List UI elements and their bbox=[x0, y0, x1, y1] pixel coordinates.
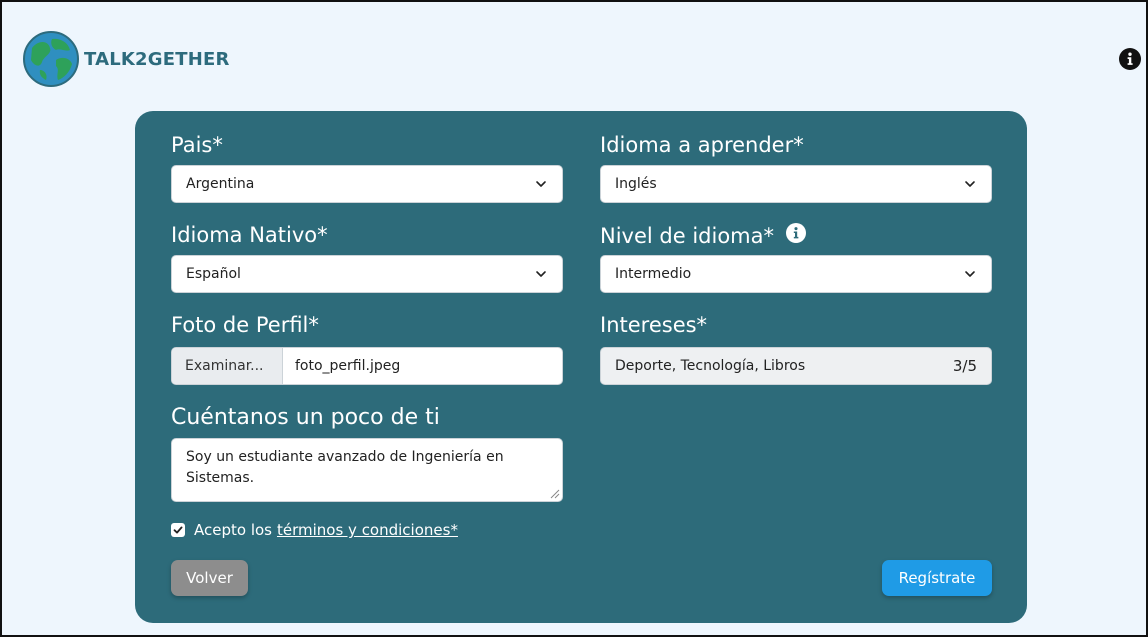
browse-button[interactable]: Examinar... bbox=[172, 348, 283, 384]
interests-value: Deporte, Tecnología, Libros bbox=[615, 358, 806, 374]
terms-row: Acepto los términos y condiciones* bbox=[171, 521, 458, 539]
language-level-label-row: Nivel de idioma* bbox=[600, 223, 806, 248]
resize-handle-icon[interactable] bbox=[550, 489, 560, 499]
checkmark-icon bbox=[173, 526, 183, 534]
country-label: Pais* bbox=[171, 133, 223, 157]
about-label: Cuéntanos un poco de ti bbox=[171, 405, 440, 430]
learn-language-label: Idioma a aprender* bbox=[600, 133, 804, 157]
profile-photo-file-input[interactable]: Examinar... foto_perfil.jpeg bbox=[171, 347, 563, 385]
interests-label: Intereses* bbox=[600, 313, 708, 337]
language-level-select[interactable]: Intermedio bbox=[600, 255, 992, 293]
language-level-label: Nivel de idioma* bbox=[600, 223, 774, 248]
help-info-icon[interactable] bbox=[1119, 48, 1141, 74]
register-button[interactable]: Regístrate bbox=[882, 560, 992, 596]
language-level-select-value: Intermedio bbox=[615, 266, 692, 282]
country-select[interactable]: Argentina bbox=[171, 165, 563, 203]
interests-field[interactable]: Deporte, Tecnología, Libros 3/5 bbox=[600, 347, 992, 385]
terms-checkbox[interactable] bbox=[171, 523, 185, 537]
back-button[interactable]: Volver bbox=[171, 560, 248, 596]
language-level-info-icon[interactable] bbox=[786, 223, 806, 248]
interests-count: 3/5 bbox=[952, 357, 977, 375]
chevron-down-icon bbox=[965, 181, 975, 187]
app-logo[interactable]: TALK2GETHER bbox=[22, 30, 230, 88]
profile-photo-label: Foto de Perfil* bbox=[171, 313, 319, 337]
app-name: TALK2GETHER bbox=[84, 48, 230, 70]
native-language-label: Idioma Nativo* bbox=[171, 223, 328, 247]
learn-language-select[interactable]: Inglés bbox=[600, 165, 992, 203]
file-name: foto_perfil.jpeg bbox=[295, 358, 401, 374]
about-text: Soy un estudiante avanzado de Ingeniería… bbox=[186, 449, 504, 486]
learn-language-select-value: Inglés bbox=[615, 176, 657, 192]
terms-link[interactable]: términos y condiciones* bbox=[277, 521, 458, 539]
info-icon bbox=[1119, 48, 1141, 70]
globe-icon bbox=[23, 31, 79, 87]
about-textarea[interactable]: Soy un estudiante avanzado de Ingeniería… bbox=[171, 438, 563, 502]
chevron-down-icon bbox=[965, 271, 975, 277]
chevron-down-icon bbox=[536, 271, 546, 277]
native-language-select-value: Español bbox=[186, 266, 241, 282]
native-language-select[interactable]: Español bbox=[171, 255, 563, 293]
country-select-value: Argentina bbox=[186, 176, 255, 192]
terms-prefix: Acepto los bbox=[194, 521, 272, 539]
chevron-down-icon bbox=[536, 181, 546, 187]
